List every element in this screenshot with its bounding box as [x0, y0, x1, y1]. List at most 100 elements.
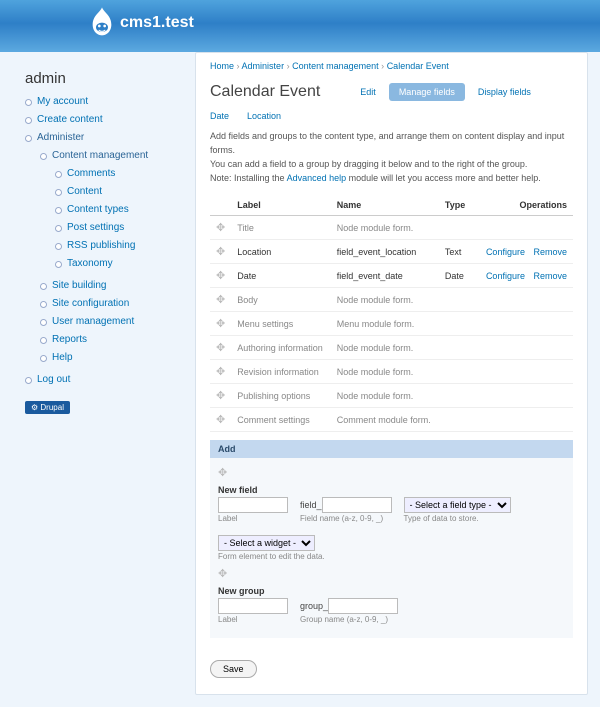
new-field-name-input[interactable] [322, 497, 392, 513]
bc-administer[interactable]: Administer [242, 61, 285, 71]
new-field-label-input[interactable] [218, 497, 288, 513]
cell-type [439, 384, 472, 408]
field-type-select[interactable]: - Select a field type - [404, 497, 511, 513]
drupal-logo [88, 6, 116, 38]
cell-ops [472, 408, 573, 432]
table-row: ✥ Comment settingsComment module form. [210, 408, 573, 432]
menu-content[interactable]: Content [67, 186, 102, 197]
table-row: ✥ TitleNode module form. [210, 216, 573, 240]
table-row: ✥Publishing optionsNode module form. [210, 384, 573, 408]
new-group-name-input[interactable] [328, 598, 398, 614]
drag-icon[interactable]: ✥ [216, 366, 225, 378]
tab-display-fields[interactable]: Display fields [468, 83, 541, 101]
table-row: ✥Datefield_event_dateDateConfigure Remov… [210, 264, 573, 288]
op-remove[interactable]: Remove [533, 247, 567, 257]
advanced-help-link[interactable]: Advanced help [287, 173, 347, 183]
cell-label: Publishing options [231, 384, 331, 408]
menu-create-content[interactable]: Create content [37, 114, 103, 125]
menu-my-account[interactable]: My account [37, 96, 88, 107]
menu-site-config[interactable]: Site configuration [52, 298, 129, 309]
save-button[interactable]: Save [210, 660, 257, 678]
menu-content-management[interactable]: Content management [52, 150, 148, 161]
new-group-label-input[interactable] [218, 598, 288, 614]
widget-select[interactable]: - Select a widget - [218, 535, 315, 551]
menu-rss[interactable]: RSS publishing [67, 240, 135, 251]
table-row: ✥Locationfield_event_locationTextConfigu… [210, 240, 573, 264]
th-label: Label [231, 195, 331, 216]
bc-content-mgmt[interactable]: Content management [292, 61, 379, 71]
drag-icon[interactable]: ✥ [218, 568, 227, 580]
cell-name: Node module form. [331, 336, 439, 360]
menu-logout[interactable]: Log out [37, 374, 70, 385]
drupal-badge[interactable]: Drupal [25, 401, 70, 414]
menu-content-types[interactable]: Content types [67, 204, 129, 215]
cell-name: Comment module form. [331, 408, 439, 432]
menu-taxonomy[interactable]: Taxonomy [67, 258, 113, 269]
menu-reports[interactable]: Reports [52, 334, 87, 345]
drag-icon[interactable]: ✥ [216, 414, 225, 426]
drag-icon[interactable]: ✥ [216, 294, 225, 306]
new-group-title: New group [218, 586, 565, 596]
sidebar-title: admin [25, 70, 185, 87]
menu-help[interactable]: Help [52, 352, 73, 363]
cell-ops [472, 288, 573, 312]
cell-type [439, 336, 472, 360]
bc-home[interactable]: Home [210, 61, 234, 71]
menu-administer[interactable]: Administer [37, 132, 84, 143]
cell-type [439, 312, 472, 336]
cell-type [439, 360, 472, 384]
tab-edit[interactable]: Edit [350, 83, 386, 101]
cell-label: Revision information [231, 360, 331, 384]
add-heading: Add [210, 440, 573, 458]
cell-ops [472, 384, 573, 408]
cell-type: Date [439, 264, 472, 288]
primary-tabs: Edit Manage fields Display fields [350, 83, 541, 101]
cell-ops [472, 336, 573, 360]
drag-icon[interactable]: ✥ [218, 467, 227, 479]
cell-ops [472, 360, 573, 384]
page-title: Calendar Event [210, 83, 320, 101]
op-remove[interactable]: Remove [533, 271, 567, 281]
bc-calendar-event[interactable]: Calendar Event [387, 61, 449, 71]
op-configure[interactable]: Configure [486, 247, 525, 257]
sidebar: admin My account Create content Administ… [0, 52, 195, 707]
tab-manage-fields[interactable]: Manage fields [389, 83, 465, 101]
menu-comments[interactable]: Comments [67, 168, 115, 179]
cell-label: Comment settings [231, 408, 331, 432]
cell-type: Text [439, 240, 472, 264]
drag-icon[interactable]: ✥ [216, 318, 225, 330]
table-row: ✥ Authoring informationNode module form. [210, 336, 573, 360]
menu-site-building[interactable]: Site building [52, 280, 106, 291]
drag-icon[interactable]: ✥ [216, 390, 225, 402]
drag-icon[interactable]: ✥ [216, 246, 225, 258]
cell-name: Node module form. [331, 216, 439, 240]
menu-user-management[interactable]: User management [52, 316, 134, 327]
site-title: cms1.test [120, 8, 600, 32]
th-ops: Operations [472, 195, 573, 216]
new-field-title: New field [218, 485, 565, 495]
drag-icon[interactable]: ✥ [216, 270, 225, 282]
drag-icon[interactable]: ✥ [216, 342, 225, 354]
breadcrumb: Home › Administer › Content management ›… [196, 53, 587, 79]
op-configure[interactable]: Configure [486, 271, 525, 281]
cell-ops [472, 312, 573, 336]
cell-label: Date [231, 264, 331, 288]
subtab-location[interactable]: Location [247, 111, 281, 121]
cell-label: Authoring information [231, 336, 331, 360]
subtab-date[interactable]: Date [210, 111, 229, 121]
table-row: ✥BodyNode module form. [210, 288, 573, 312]
add-section: Add ✥ New field Label field_Field name (… [210, 440, 573, 638]
fields-table: Label Name Type Operations ✥TitleNode mo… [210, 195, 573, 432]
description: Add fields and groups to the content typ… [196, 129, 587, 195]
menu-post-settings[interactable]: Post settings [67, 222, 124, 233]
drag-icon[interactable]: ✥ [216, 222, 225, 234]
cell-ops: Configure Remove [472, 264, 573, 288]
th-type: Type [439, 195, 472, 216]
cell-name: field_event_date [331, 264, 439, 288]
cell-type [439, 288, 472, 312]
cell-ops: Configure Remove [472, 240, 573, 264]
secondary-tabs: Date Location [196, 111, 587, 129]
cell-label: Title [231, 216, 331, 240]
cell-name: Node module form. [331, 288, 439, 312]
cell-ops [472, 216, 573, 240]
